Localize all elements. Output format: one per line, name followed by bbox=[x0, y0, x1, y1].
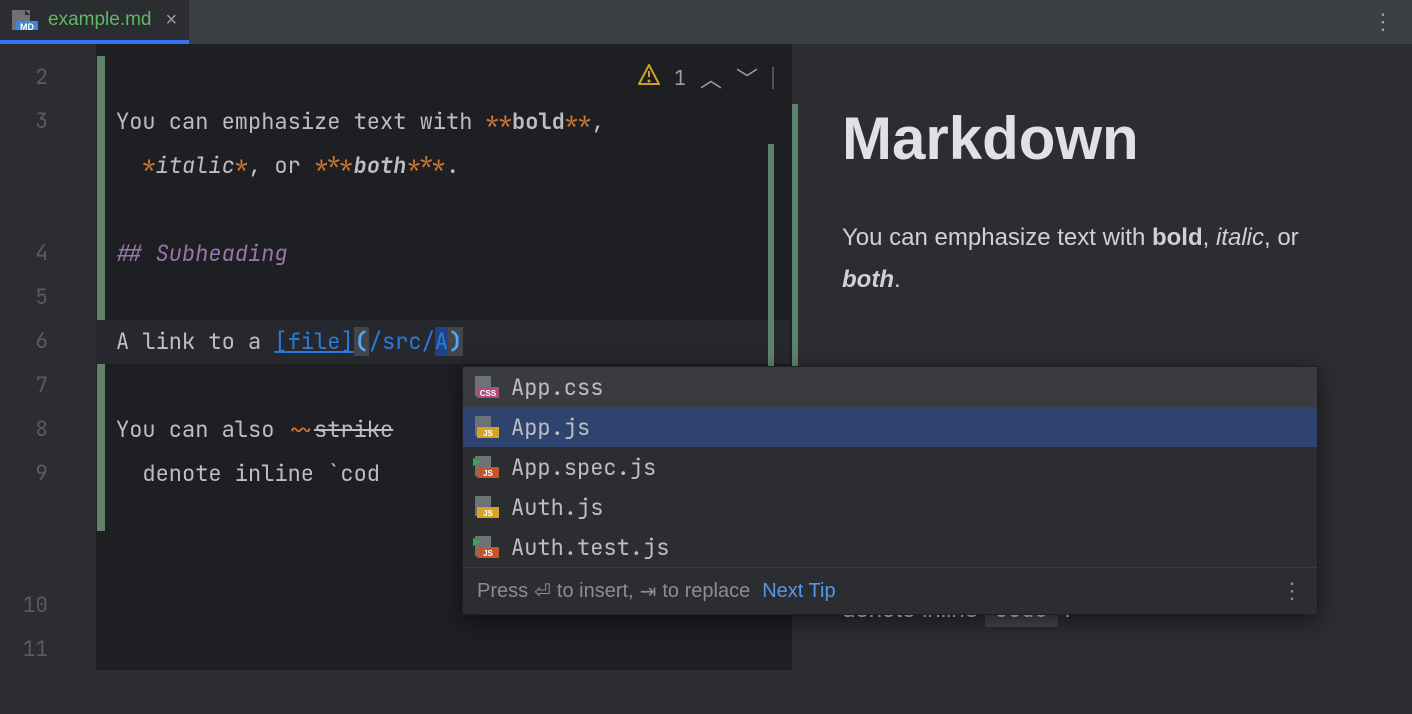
line-number[interactable]: 3 bbox=[0, 100, 96, 144]
completion-popup: CSS App.css JS App.js JS App.spec.js JS … bbox=[462, 366, 1318, 615]
completion-label: App.css bbox=[511, 373, 603, 402]
warning-count: 1 bbox=[674, 65, 686, 91]
completion-item-selected[interactable]: JS App.js bbox=[463, 407, 1317, 447]
css-file-icon: CSS bbox=[473, 376, 499, 398]
line-number[interactable]: 6 bbox=[0, 320, 96, 364]
svg-text:MD: MD bbox=[20, 22, 34, 30]
js-test-file-icon: JS bbox=[473, 456, 499, 478]
enter-key-icon: ⏎ bbox=[534, 579, 551, 604]
completion-item[interactable]: JS Auth.js bbox=[463, 487, 1317, 527]
svg-text:JS: JS bbox=[483, 429, 493, 438]
line-number[interactable]: 9 bbox=[0, 452, 96, 496]
completion-hint-bar: Press ⏎ to insert, ⇥ to replace Next Tip… bbox=[463, 567, 1317, 614]
code-line[interactable]: ## Subheading bbox=[116, 232, 790, 276]
line-number bbox=[0, 144, 96, 232]
tab-bar: MD example.md × ⋮ bbox=[0, 0, 1412, 44]
gutter: 2 3 4 5 6 7 8 9 10 11 bbox=[0, 44, 96, 670]
preview-paragraph: You can emphasize text with bold, italic… bbox=[842, 217, 1362, 301]
stripe-change-marker bbox=[768, 144, 774, 384]
js-file-icon: JS bbox=[473, 416, 499, 438]
completion-label: Auth.test.js bbox=[511, 533, 669, 562]
next-highlight-icon[interactable]: ﹀ bbox=[736, 62, 758, 94]
svg-text:CSS: CSS bbox=[480, 389, 497, 398]
next-tip-link[interactable]: Next Tip bbox=[762, 580, 835, 603]
code-line[interactable]: You can emphasize text with **bold**, bbox=[116, 100, 790, 144]
svg-text:JS: JS bbox=[483, 469, 493, 478]
inspection-indicators: 1 ︿ ﹀ bbox=[638, 62, 774, 94]
js-test-file-icon: JS bbox=[473, 536, 499, 558]
completion-label: Auth.js bbox=[511, 493, 603, 522]
code-line[interactable] bbox=[116, 188, 790, 232]
svg-text:JS: JS bbox=[483, 549, 493, 558]
warning-icon[interactable] bbox=[638, 64, 660, 92]
code-line-current[interactable]: A link to a [file](/src/A) bbox=[96, 320, 790, 364]
svg-text:JS: JS bbox=[483, 509, 493, 518]
more-options-icon[interactable]: ⋮ bbox=[1281, 578, 1303, 604]
completion-item[interactable]: JS Auth.test.js bbox=[463, 527, 1317, 567]
line-number[interactable]: 4 bbox=[0, 232, 96, 276]
preview-heading: Markdown bbox=[842, 104, 1362, 173]
line-number[interactable]: 5 bbox=[0, 276, 96, 320]
close-icon[interactable]: × bbox=[166, 9, 178, 32]
markdown-file-icon: MD bbox=[12, 10, 38, 30]
separator bbox=[772, 67, 774, 89]
line-number[interactable]: 7 bbox=[0, 364, 96, 408]
code-line[interactable] bbox=[116, 276, 790, 320]
completion-label: App.js bbox=[511, 413, 590, 442]
completion-item[interactable]: CSS App.css bbox=[463, 367, 1317, 407]
line-number[interactable]: 2 bbox=[0, 56, 96, 100]
line-number[interactable]: 11 bbox=[0, 628, 96, 672]
line-number[interactable]: 10 bbox=[0, 584, 96, 628]
code-line[interactable]: *italic*, or ***both***. bbox=[116, 144, 790, 188]
completion-label: App.spec.js bbox=[511, 453, 656, 482]
tab-key-icon: ⇥ bbox=[640, 579, 657, 604]
file-tab[interactable]: MD example.md × bbox=[0, 0, 189, 44]
line-number[interactable]: 8 bbox=[0, 408, 96, 452]
line-number bbox=[0, 496, 96, 584]
prev-highlight-icon[interactable]: ︿ bbox=[700, 62, 722, 94]
completion-item[interactable]: JS App.spec.js bbox=[463, 447, 1317, 487]
tab-filename: example.md bbox=[48, 9, 152, 31]
js-file-icon: JS bbox=[473, 496, 499, 518]
tab-bar-menu[interactable]: ⋮ bbox=[1372, 0, 1412, 44]
